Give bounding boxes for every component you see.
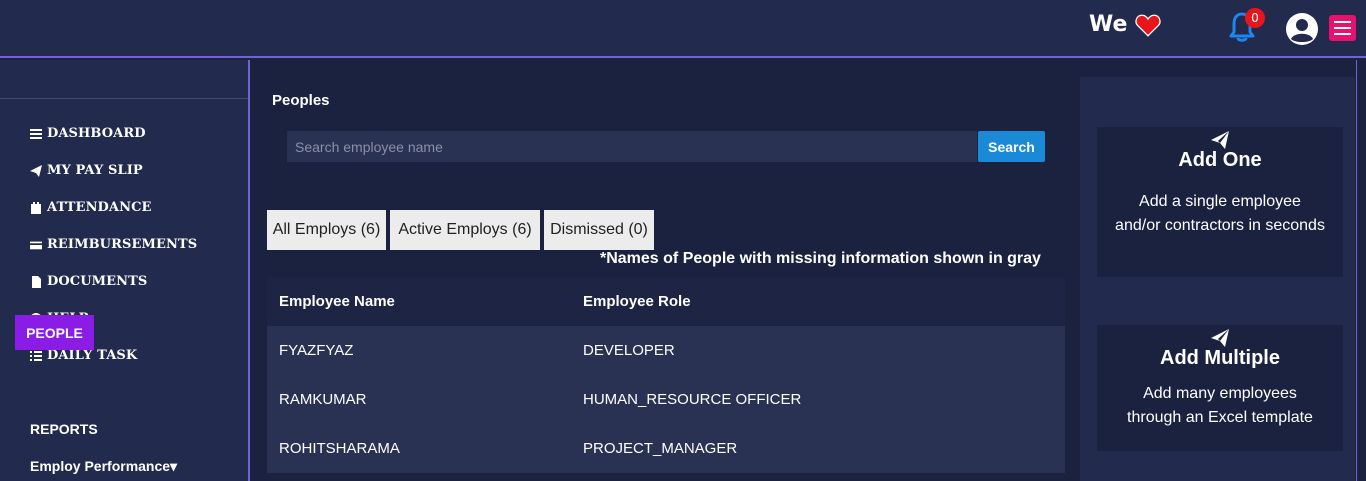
- sidebar-item-label: MY PAY SLIP: [47, 163, 143, 178]
- employee-name[interactable]: FYAZFYAZ: [267, 342, 583, 359]
- sidebar-item-reimbursements[interactable]: REIMBURSEMENTS: [30, 237, 197, 252]
- table-header: Employee Name Employee Role: [267, 277, 1065, 326]
- notification-badge: 0: [1245, 8, 1265, 28]
- tasks-icon: [30, 350, 42, 361]
- employee-name[interactable]: ROHITSHARAMA: [267, 440, 583, 457]
- sidebar-item-label: DAILY TASK: [47, 348, 138, 363]
- add-multiple-title: Add Multiple: [1160, 347, 1280, 369]
- sidebar-item-label: ATTENDANCE: [47, 200, 152, 215]
- bars-icon: [30, 128, 42, 139]
- add-multiple-description: Add many employees through an Excel temp…: [1127, 385, 1313, 426]
- employee-name[interactable]: RAMKUMAR: [267, 391, 583, 408]
- sidebar-item-label: DOCUMENTS: [47, 274, 148, 289]
- sidebar-item-label: DASHBOARD: [47, 126, 146, 141]
- column-header-role[interactable]: Employee Role: [583, 293, 1065, 310]
- user-icon[interactable]: [1285, 12, 1319, 46]
- hamburger-line: [1334, 33, 1351, 35]
- add-one-title: Add One: [1178, 149, 1262, 171]
- hamburger-line: [1334, 27, 1351, 29]
- employee-table: Employee Name Employee Role FYAZFYAZ DEV…: [267, 277, 1065, 473]
- sidebar-item-people[interactable]: PEOPLE: [15, 315, 94, 350]
- column-header-name[interactable]: Employee Name: [267, 293, 583, 310]
- tab-dismissed[interactable]: Dismissed (0): [544, 210, 654, 250]
- employee-role: DEVELOPER: [583, 342, 675, 359]
- employee-role: PROJECT_MANAGER: [583, 440, 738, 457]
- sidebar-item-attendance[interactable]: ATTENDANCE: [30, 200, 152, 215]
- add-one-description: Add a single employee and/or contractors…: [1115, 193, 1325, 234]
- heart-icon: [1135, 14, 1161, 37]
- brand: We: [1089, 12, 1161, 37]
- sidebar: [0, 60, 250, 481]
- paper-plane-icon: [1211, 329, 1229, 347]
- employee-role: HUMAN_RESOURCE OFFICER: [583, 391, 802, 408]
- calendar-icon: [31, 201, 41, 214]
- credit-card-icon: [30, 241, 42, 249]
- sidebar-item-documents[interactable]: DOCUMENTS: [30, 274, 147, 289]
- table-row[interactable]: RAMKUMAR HUMAN_RESOURCE OFFICER: [267, 375, 1065, 424]
- page-title: Peoples: [272, 92, 330, 109]
- paper-plane-icon: [1211, 131, 1229, 149]
- sidebar-divider: [0, 98, 248, 99]
- hamburger-menu-button[interactable]: [1329, 15, 1356, 41]
- file-icon: [32, 275, 41, 288]
- sidebar-item-employ-performance[interactable]: Employ Performance▾: [30, 458, 177, 475]
- sidebar-item-reports[interactable]: REPORTS: [30, 421, 98, 437]
- sidebar-item-dashboard[interactable]: DASHBOARD: [30, 126, 146, 141]
- table-row[interactable]: ROHITSHARAMA PROJECT_MANAGER: [267, 424, 1065, 473]
- hamburger-line: [1334, 21, 1351, 23]
- tab-all-employs[interactable]: All Employs (6): [267, 210, 386, 250]
- brand-text: We: [1089, 12, 1128, 37]
- sidebar-item-my-pay-slip[interactable]: MY PAY SLIP: [30, 163, 143, 178]
- search-button[interactable]: Search: [978, 131, 1045, 162]
- add-one-card[interactable]: Add One Add a single employee and/or con…: [1097, 127, 1343, 277]
- sidebar-item-daily-task[interactable]: DAILY TASK: [30, 348, 137, 363]
- search-input[interactable]: [287, 131, 977, 162]
- tab-active-employs[interactable]: Active Employs (6): [390, 210, 540, 250]
- paper-plane-icon: [30, 164, 42, 177]
- table-row[interactable]: FYAZFYAZ DEVELOPER: [267, 326, 1065, 375]
- add-multiple-card[interactable]: Add Multiple Add many employees through …: [1097, 325, 1343, 451]
- top-bar: We 0: [0, 0, 1366, 58]
- missing-info-note: *Names of People with missing informatio…: [600, 250, 1041, 267]
- sidebar-item-label: REIMBURSEMENTS: [47, 237, 198, 252]
- scrollbar[interactable]: [1356, 60, 1366, 481]
